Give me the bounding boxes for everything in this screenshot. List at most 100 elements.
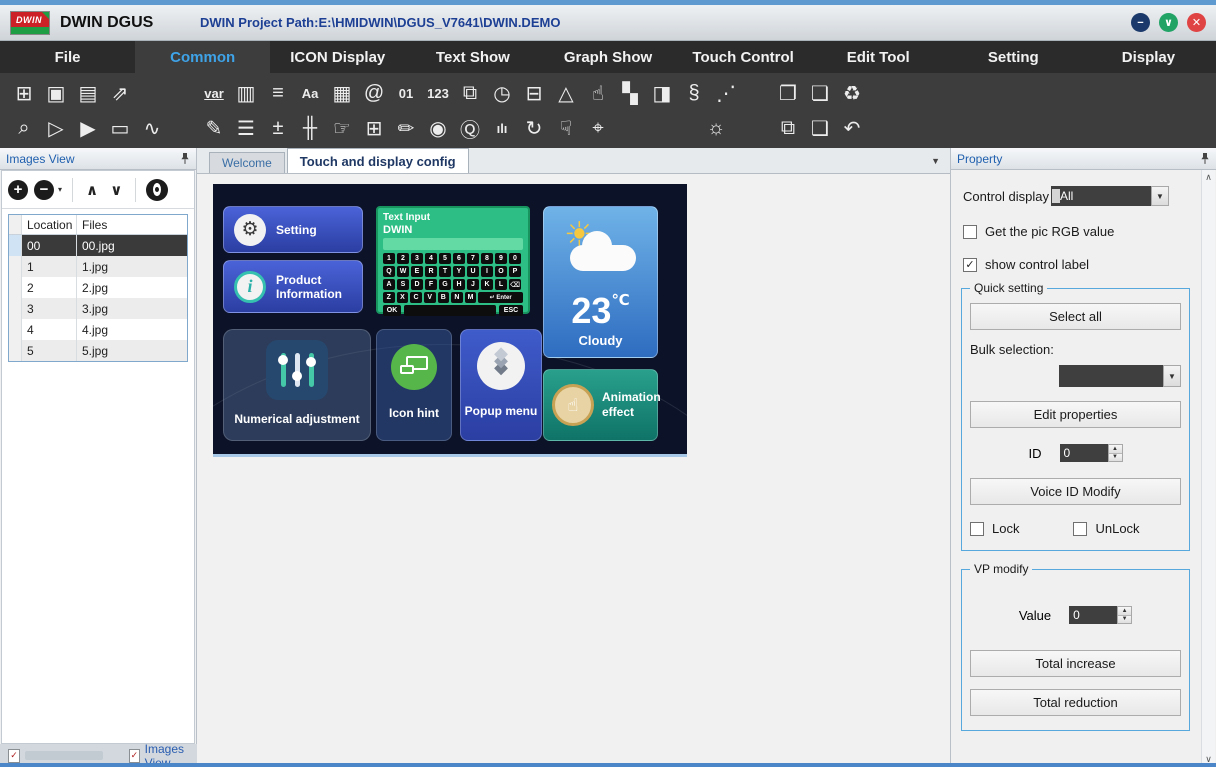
drag-gesture-icon[interactable]: ☟: [550, 112, 582, 144]
table-row[interactable]: 3 3.jpg: [9, 298, 187, 319]
hmi-preview-image[interactable]: ⚙ Setting i Product Information Text Inp…: [213, 184, 687, 457]
edit-properties-button[interactable]: Edit properties: [970, 401, 1181, 428]
calendar-icon[interactable]: ⊟: [518, 77, 550, 109]
text-display-icon[interactable]: Aa: [294, 77, 326, 109]
move-down-button[interactable]: ∨: [107, 181, 125, 199]
value-spinner[interactable]: 0 ▲ ▼: [1069, 606, 1132, 624]
rotate-gesture-icon[interactable]: ↻: [518, 112, 550, 144]
basic-shapes-icon[interactable]: △: [550, 77, 582, 109]
tile-icon-hint[interactable]: Icon hint: [376, 329, 452, 441]
trend-curve-icon[interactable]: ⋰: [710, 77, 742, 109]
dock-tab-hidden[interactable]: ✓: [8, 749, 103, 763]
scroll-up-icon[interactable]: ∧: [1205, 172, 1212, 183]
chevron-down-icon[interactable]: ▼: [1163, 365, 1181, 387]
total-reduction-button[interactable]: Total reduction: [970, 689, 1181, 716]
clock-icon[interactable]: ◷: [486, 77, 518, 109]
checkbox[interactable]: [963, 225, 977, 239]
bulk-selection-combo[interactable]: ▼: [1059, 365, 1181, 387]
number-display-icon[interactable]: 123: [422, 77, 454, 109]
menu-item[interactable]: Display: [1081, 41, 1216, 73]
close-button[interactable]: ✕: [1187, 13, 1206, 32]
property-scrollbar[interactable]: ∧ ∨: [1201, 170, 1215, 767]
undo-icon[interactable]: ↶: [836, 112, 868, 144]
plus-minus-icon[interactable]: ±: [262, 112, 294, 144]
copy-pages-icon[interactable]: ⧉: [772, 112, 804, 144]
menu-item[interactable]: File: [0, 41, 135, 73]
spin-up-icon[interactable]: ▲: [1118, 607, 1131, 616]
table-row[interactable]: 00 00.jpg: [9, 235, 187, 256]
copy-icon[interactable]: ❐: [772, 77, 804, 109]
menu-item[interactable]: ICON Display: [270, 41, 405, 73]
tile-text-input[interactable]: Text Input DWIN 1234567890QWERTYUIOPASDF…: [376, 206, 530, 314]
spin-down-icon[interactable]: ▼: [1109, 454, 1122, 462]
trash-icon[interactable]: ♻: [836, 77, 868, 109]
tile-setting[interactable]: ⚙ Setting: [223, 206, 363, 253]
table-grid-icon[interactable]: ⊞: [358, 112, 390, 144]
touch-form-icon[interactable]: ☝: [582, 77, 614, 109]
tile-popup-menu[interactable]: ◆ Popup menu: [460, 329, 542, 441]
design-canvas[interactable]: ⚙ Setting i Product Information Text Inp…: [197, 174, 950, 767]
tab-list-caret[interactable]: ▼: [931, 156, 940, 166]
preview-eye-button[interactable]: [146, 179, 168, 201]
tile-weather[interactable]: ☀ 23℃ Cloudy: [543, 206, 658, 358]
move-up-button[interactable]: ∧: [83, 181, 101, 199]
document-tab[interactable]: Touch and display config: [287, 148, 469, 173]
mouse-touch-icon[interactable]: ⌖: [582, 112, 614, 144]
menu-item[interactable]: Touch Control: [676, 41, 811, 73]
remove-dropdown-caret[interactable]: ▾: [58, 185, 62, 194]
image-display-icon[interactable]: ▦: [326, 77, 358, 109]
remove-image-button[interactable]: −: [34, 180, 54, 200]
menu-item[interactable]: Text Show: [405, 41, 540, 73]
table-row[interactable]: 4 4.jpg: [9, 319, 187, 340]
rotation-icon[interactable]: @: [358, 77, 390, 109]
tile-animation-effect[interactable]: ☝ Animation effect: [543, 369, 658, 441]
control-display-combo[interactable]: All ▼: [1051, 186, 1169, 206]
select-all-button[interactable]: Select all: [970, 303, 1181, 330]
menu-item[interactable]: Graph Show: [540, 41, 675, 73]
paste-icon[interactable]: ❏: [804, 77, 836, 109]
save-icon[interactable]: ▣: [40, 77, 72, 109]
export-icon[interactable]: ⇗: [104, 77, 136, 109]
play-icon[interactable]: ▷: [40, 112, 72, 144]
qr-code-icon[interactable]: ▚: [614, 77, 646, 109]
audio-wave-icon[interactable]: ılı: [486, 112, 518, 144]
menu-item[interactable]: Common: [135, 41, 270, 73]
data-file-icon[interactable]: ⧉: [454, 77, 486, 109]
slider-adjust-icon[interactable]: ╫: [294, 112, 326, 144]
total-increase-button[interactable]: Total increase: [970, 650, 1181, 677]
table-row[interactable]: 1 1.jpg: [9, 256, 187, 277]
new-file-icon[interactable]: ⊞: [8, 77, 40, 109]
bit-display-icon[interactable]: 01: [390, 77, 422, 109]
video-play-icon[interactable]: ▶: [72, 112, 104, 144]
id-spinner[interactable]: 0 ▲ ▼: [1060, 444, 1123, 462]
disk-search-icon[interactable]: Ⓠ: [454, 112, 486, 144]
variable-icon[interactable]: var: [198, 77, 230, 109]
brightness-icon[interactable]: ☼: [700, 112, 732, 144]
screen-monitor-icon[interactable]: ▭: [104, 112, 136, 144]
voice-id-modify-button[interactable]: Voice ID Modify: [970, 478, 1181, 505]
touch-gesture-icon[interactable]: ☞: [326, 112, 358, 144]
checkbox[interactable]: ✓: [963, 258, 977, 272]
document-tab[interactable]: Welcome: [209, 152, 285, 173]
spin-up-icon[interactable]: ▲: [1109, 445, 1122, 454]
signal-curve-icon[interactable]: ∿: [136, 112, 168, 144]
menu-item[interactable]: Setting: [946, 41, 1081, 73]
bullet-list-icon[interactable]: ☰: [230, 112, 262, 144]
text-circle-icon[interactable]: ◉: [422, 112, 454, 144]
icon-frames-icon[interactable]: ▥: [230, 77, 262, 109]
table-row[interactable]: 2 2.jpg: [9, 277, 187, 298]
unlock-checkbox[interactable]: [1073, 522, 1087, 536]
image-animation-icon[interactable]: ◨: [646, 77, 678, 109]
menu-item[interactable]: Edit Tool: [811, 41, 946, 73]
duplicate-icon[interactable]: ❑: [804, 112, 836, 144]
doc-preview-icon[interactable]: ⌕: [8, 112, 40, 144]
tile-numerical-adjustment[interactable]: Numerical adjustment: [223, 329, 371, 441]
table-row[interactable]: 5 5.jpg: [9, 340, 187, 361]
pin-icon[interactable]: [180, 152, 190, 165]
add-image-button[interactable]: +: [8, 180, 28, 200]
tile-product-information[interactable]: i Product Information: [223, 260, 363, 313]
data-sliders-icon[interactable]: ≡: [262, 77, 294, 109]
print-icon[interactable]: ▤: [72, 77, 104, 109]
pencil-edit-icon[interactable]: ✏: [390, 112, 422, 144]
chevron-down-icon[interactable]: ▼: [1151, 186, 1169, 206]
